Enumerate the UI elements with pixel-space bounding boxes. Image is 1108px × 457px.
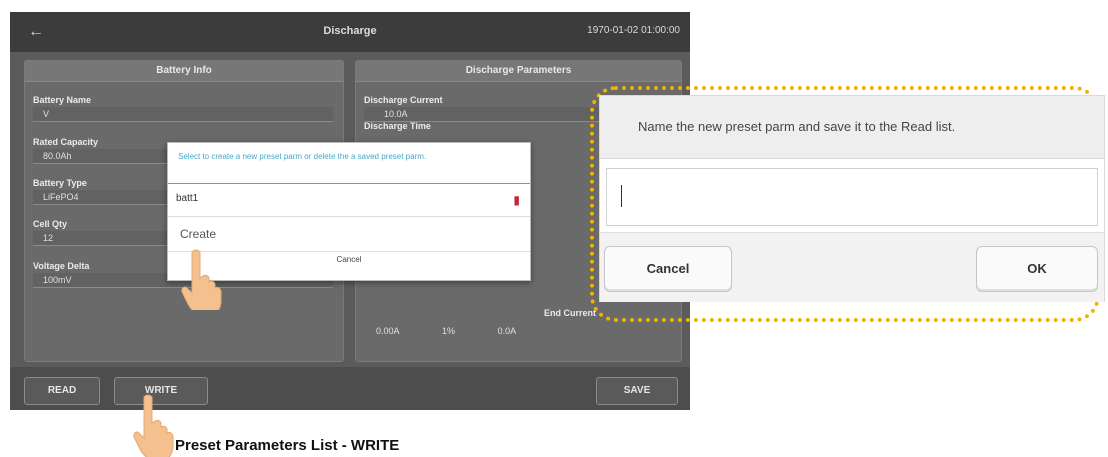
top-bar: ← Discharge 1970-01-02 01:00:00 (10, 12, 690, 52)
read-button[interactable]: READ (24, 377, 100, 405)
popup-message: Select to create a new preset parm or de… (178, 152, 427, 161)
figure-caption: Preset Parameters List - WRITE (175, 437, 400, 454)
preset-item[interactable]: batt1 (176, 193, 198, 204)
dialog-header: Name the new preset parm and save it to … (600, 96, 1104, 159)
name-preset-dialog: Name the new preset parm and save it to … (599, 95, 1105, 302)
dialog-title: Name the new preset parm and save it to … (638, 119, 956, 134)
pointing-hand-icon (133, 394, 174, 457)
discharge-parameters-title: Discharge Parameters (356, 61, 681, 82)
battery-name-field[interactable]: Battery Name V (33, 95, 333, 122)
end-values-row: 0.00A 1% 0.0A (376, 326, 556, 336)
end-value[interactable]: 0.00A (376, 326, 400, 336)
trash-icon[interactable]: ▮ (513, 193, 520, 207)
end-current-label: End Current (544, 308, 597, 318)
cancel-button[interactable]: Cancel (604, 246, 732, 292)
battery-info-title: Battery Info (25, 61, 343, 82)
create-preset-option[interactable]: Create (180, 227, 216, 241)
end-value[interactable]: 0.0A (498, 326, 517, 336)
divider (168, 183, 530, 184)
datetime: 1970-01-02 01:00:00 (587, 25, 680, 36)
ok-button[interactable]: OK (976, 246, 1098, 292)
end-value[interactable]: 1% (442, 326, 455, 336)
preset-name-input[interactable] (606, 168, 1098, 226)
dialog-footer: Cancel OK (600, 232, 1104, 302)
pointing-hand-icon (181, 249, 222, 310)
bottom-toolbar: READ WRITE SAVE (10, 367, 690, 410)
field-label: Battery Name (33, 95, 92, 105)
save-button[interactable]: SAVE (596, 377, 678, 405)
tablet-screenshot: ← Discharge 1970-01-02 01:00:00 Battery … (10, 12, 690, 410)
text-caret (621, 185, 622, 207)
divider (168, 216, 530, 217)
field-value[interactable]: V (33, 107, 333, 122)
